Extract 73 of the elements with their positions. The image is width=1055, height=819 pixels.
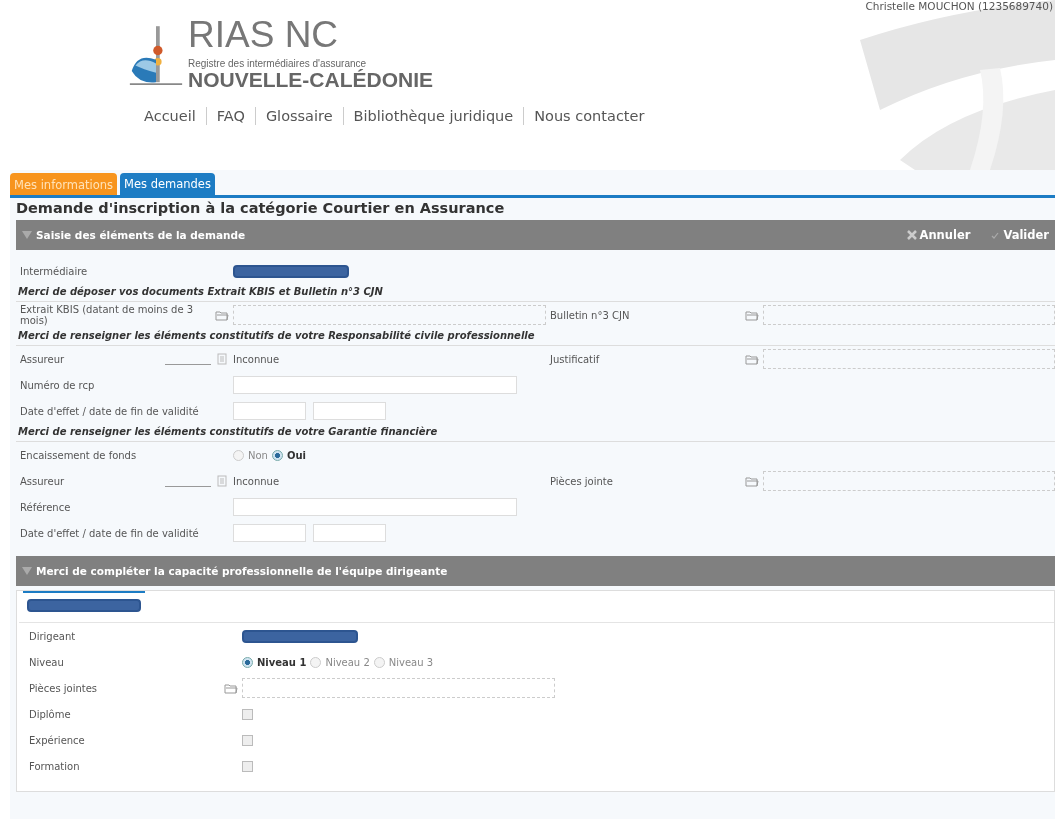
nav-link[interactable]: Glossaire [265, 108, 333, 124]
checkbox[interactable] [242, 734, 253, 746]
nav-link[interactable]: Bibliothèque juridique [353, 108, 514, 124]
file-drop-field[interactable] [242, 678, 555, 698]
radio-label: Niveau 3 [388, 656, 434, 668]
field-label: Extrait KBIS (datant de moins de 3 mois) [19, 304, 195, 326]
folder-icon[interactable] [745, 309, 759, 321]
field-label: Numéro de rcp [19, 379, 96, 391]
field-label: Assureur [19, 353, 66, 365]
field-label: Date d'effet / date de fin de validité [19, 405, 200, 417]
section-title: Merci de compléter la capacité professionnelle de l'équipe dirigeante [36, 565, 448, 577]
radio-label: Niveau 1 [257, 656, 307, 668]
folder-icon[interactable] [745, 475, 759, 487]
date-field[interactable] [233, 524, 306, 542]
radio-button[interactable] [233, 449, 244, 461]
folder-icon[interactable] [745, 353, 759, 365]
logo-subtitle: Registre des intermédiaires d'assurance [188, 58, 368, 69]
field-label: Formation [28, 760, 81, 772]
date-field[interactable] [233, 402, 306, 420]
radio-button[interactable] [310, 656, 322, 668]
field-label: Diplôme [28, 708, 72, 720]
check-icon [990, 230, 1001, 240]
radio-button[interactable] [373, 656, 385, 668]
folder-icon[interactable] [224, 682, 238, 694]
input-field[interactable] [233, 376, 517, 394]
user-name: Christelle MOUCHON (1235689740) [865, 0, 1053, 12]
field-label: Intermédiaire [19, 265, 89, 277]
action-button[interactable]: Annuler [906, 228, 977, 242]
field-label: Pièces jointes [28, 682, 99, 694]
list-icon[interactable] [215, 353, 229, 365]
list-icon[interactable] [215, 475, 229, 487]
field-label: Expérience [28, 734, 86, 746]
logo-title: RIAS NC [188, 18, 340, 52]
radio-label: Oui [286, 449, 306, 461]
page-title: Demande d'inscription à la catégorie Courtier en Assurance [16, 200, 506, 216]
action-button[interactable]: Valider [990, 228, 1055, 242]
radio-button[interactable] [271, 449, 283, 461]
field-label: Niveau [28, 656, 65, 668]
field-label: Date d'effet / date de fin de validité [19, 527, 200, 539]
field-label: Dirigeant [28, 630, 77, 642]
section-header[interactable]: Merci de compléter la capacité professionnelle de l'équipe dirigeante [16, 556, 1055, 586]
radio-button[interactable] [242, 656, 253, 668]
input-field[interactable] [233, 498, 517, 516]
section-title: Saisie des éléments de la demande [36, 229, 246, 241]
nav-link[interactable]: Nous contacter [534, 108, 645, 124]
date-field[interactable] [313, 402, 386, 420]
file-drop-field[interactable] [763, 349, 1055, 369]
tab[interactable]: Mes demandes [120, 173, 215, 195]
section-heading: Merci de renseigner les éléments constitutifs de votre Garantie financière [16, 424, 1055, 442]
radio-label: Niveau 2 [325, 656, 370, 668]
file-drop-field[interactable] [763, 471, 1055, 491]
file-drop-field[interactable] [233, 305, 546, 325]
insurer-value: Inconnue [233, 353, 280, 365]
field-label: Référence [19, 501, 72, 513]
radio-label: Non [248, 449, 268, 461]
close-icon [906, 230, 917, 240]
section-heading: Merci de renseigner les éléments constitutifs de votre Responsabilité civile professionnelle [16, 328, 1055, 346]
checkbox[interactable] [242, 760, 253, 772]
nav-link[interactable]: Accueil [144, 108, 196, 124]
section-heading: Merci de déposer vos documents Extrait KBIS et Bulletin n°3 CJN [16, 284, 1055, 302]
field-label: Encaissement de fonds [19, 449, 138, 461]
folder-icon[interactable] [215, 309, 229, 321]
nav-link[interactable]: FAQ [216, 108, 245, 124]
field-label: Assureur [19, 475, 66, 487]
insurer-value: Inconnue [233, 475, 280, 487]
checkbox[interactable] [242, 708, 253, 720]
file-drop-field[interactable] [763, 305, 1055, 325]
date-field[interactable] [313, 524, 386, 542]
field-label: Justificatif [548, 353, 601, 365]
field-label: Bulletin n°3 CJN [549, 309, 631, 321]
section-header[interactable]: Saisie des éléments de la demande Annuler Valider [16, 220, 1055, 250]
logo-region: NOUVELLE-CALÉDONIE [188, 69, 433, 91]
field-label: Pièces jointe [549, 475, 614, 487]
